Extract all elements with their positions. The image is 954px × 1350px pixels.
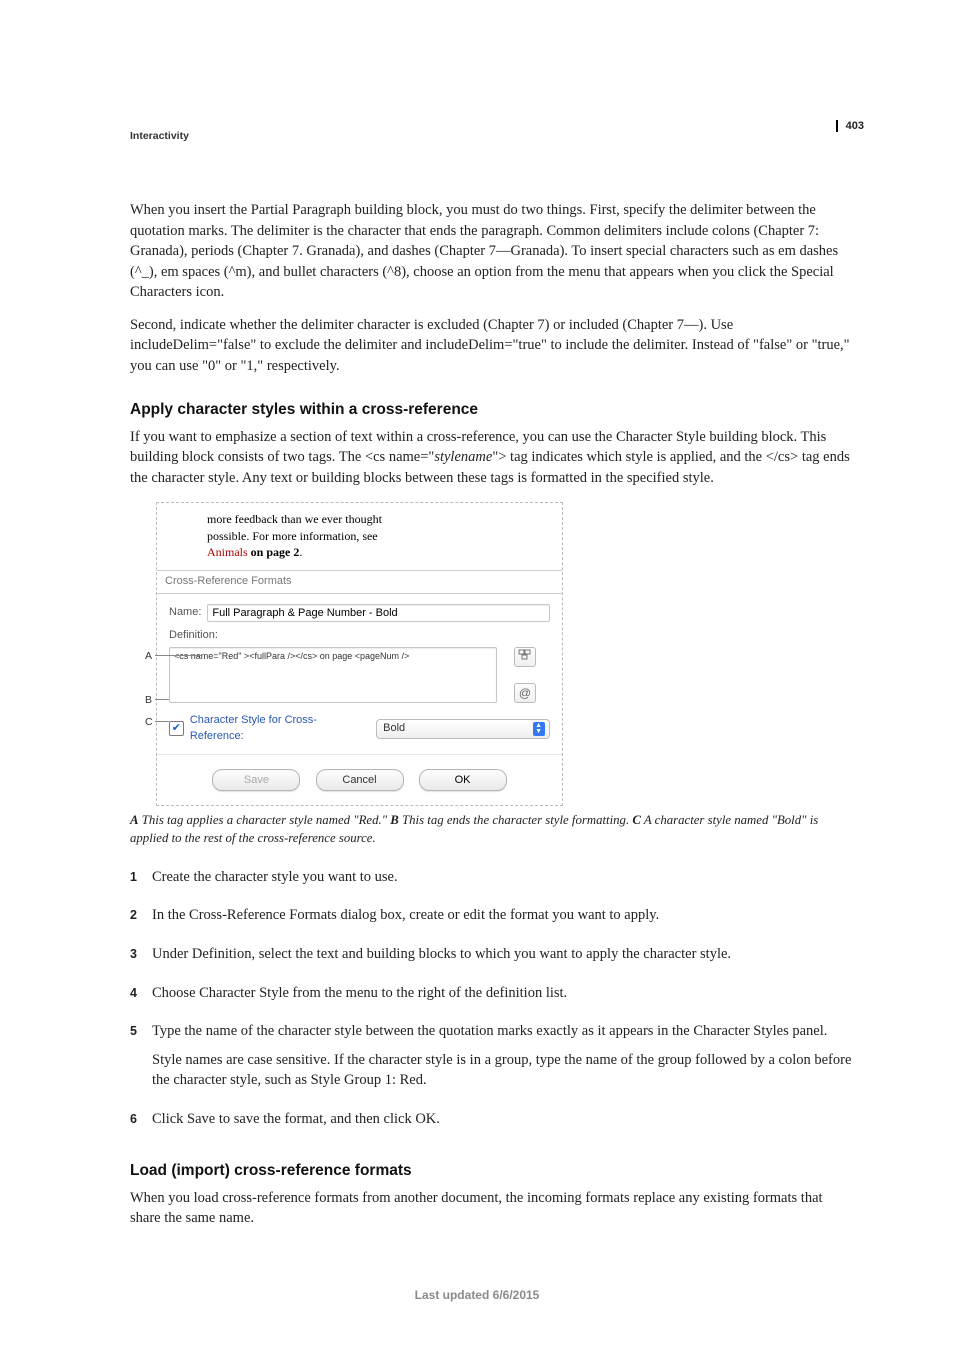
figure-caption: A This tag applies a character style nam… — [130, 812, 854, 847]
preview-text: . — [299, 545, 302, 559]
step-text: Under Definition, select the text and bu… — [152, 944, 854, 965]
figure: more feedback than we ever thought possi… — [130, 502, 854, 847]
step-item: 1 Create the character style you want to… — [130, 867, 854, 896]
code-segment-a: <cs name="Red" > — [174, 651, 249, 661]
definition-label: Definition: — [169, 628, 550, 644]
callout-label-c: C — [145, 715, 153, 730]
step-number: 2 — [130, 905, 152, 934]
step-item: 5 Type the name of the character style b… — [130, 1021, 854, 1099]
building-blocks-icon — [518, 649, 532, 661]
step-text: Click Save to save the format, and then … — [152, 1109, 854, 1130]
callout-label-b: B — [145, 693, 152, 708]
character-style-label: Character Style for Cross-Reference: — [190, 713, 368, 744]
save-button[interactable]: Save — [212, 769, 300, 791]
character-style-select[interactable]: Bold ▲▼ — [376, 719, 550, 739]
step-item: 6 Click Save to save the format, and the… — [130, 1109, 854, 1138]
chevron-up-down-icon: ▲▼ — [535, 723, 542, 735]
dialog-section-title: Cross-Reference Formats — [157, 570, 562, 594]
format-name-input[interactable] — [207, 604, 550, 622]
step-number: 6 — [130, 1109, 152, 1138]
dialog-body: Name: Definition: <cs name="Red" ><fullP… — [157, 594, 562, 755]
step-text: Create the character style you want to u… — [152, 867, 854, 888]
paragraph: Second, indicate whether the delimiter c… — [130, 315, 854, 377]
section-heading: Load (import) cross-reference formats — [130, 1160, 854, 1182]
step-text: Type the name of the character style bet… — [152, 1021, 854, 1042]
section-heading: Apply character styles within a cross-re… — [130, 399, 854, 421]
caption-text: This tag ends the character style format… — [399, 813, 633, 827]
dialog-preview: more feedback than we ever thought possi… — [157, 503, 562, 570]
paragraph: When you insert the Partial Paragraph bu… — [130, 200, 854, 303]
ok-button[interactable]: OK — [419, 769, 507, 791]
page-footer: Last updated 6/6/2015 — [0, 1288, 954, 1302]
code-segment-b: <fullPara /></cs> — [249, 651, 317, 661]
paragraph: When you load cross-reference formats fr… — [130, 1188, 854, 1229]
preview-bold-text: on page 2 — [248, 545, 300, 559]
special-characters-menu-button[interactable]: @ — [514, 683, 536, 703]
character-style-checkbox[interactable]: ✔ — [169, 721, 184, 736]
caption-text: This tag applies a character style named… — [139, 813, 391, 827]
name-label: Name: — [169, 605, 201, 621]
body-text: When you insert the Partial Paragraph bu… — [130, 200, 854, 1229]
step-number: 4 — [130, 983, 152, 1012]
step-text: Choose Character Style from the menu to … — [152, 983, 854, 1004]
italic-text: stylename — [434, 449, 492, 465]
step-text: Style names are case sensitive. If the c… — [152, 1050, 854, 1091]
callout-label-a: A — [145, 649, 152, 664]
document-page: 403 Interactivity When you insert the Pa… — [0, 0, 954, 1350]
step-item: 3 Under Definition, select the text and … — [130, 944, 854, 973]
cancel-button[interactable]: Cancel — [316, 769, 404, 791]
caption-lead: C — [632, 813, 641, 827]
step-number: 3 — [130, 944, 152, 973]
code-segment-c: on page <pageNum /> — [317, 651, 409, 661]
breadcrumb: Interactivity — [130, 130, 854, 142]
page-number: 403 — [836, 120, 864, 132]
callout-line — [155, 655, 201, 656]
cross-reference-formats-dialog: more feedback than we ever thought possi… — [156, 502, 563, 806]
preview-text: possible. For more information, see — [207, 529, 378, 543]
paragraph: If you want to emphasize a section of te… — [130, 427, 854, 489]
step-item: 4 Choose Character Style from the menu t… — [130, 983, 854, 1012]
callout-line — [155, 699, 169, 700]
definition-textarea[interactable]: <cs name="Red" ><fullPara /></cs> on pag… — [169, 647, 497, 703]
step-number: 5 — [130, 1021, 152, 1099]
preview-text: more feedback than we ever thought — [207, 512, 382, 526]
step-item: 2 In the Cross-Reference Formats dialog … — [130, 905, 854, 934]
step-number: 1 — [130, 867, 152, 896]
caption-lead: A — [130, 813, 139, 827]
building-blocks-menu-button[interactable] — [514, 647, 536, 667]
preview-red-text: Animals — [207, 545, 248, 559]
callout-line — [155, 721, 169, 722]
dialog-button-row: Save Cancel OK — [157, 754, 562, 805]
numbered-steps: 1 Create the character style you want to… — [130, 867, 854, 1138]
step-text: In the Cross-Reference Formats dialog bo… — [152, 905, 854, 926]
caption-lead: B — [390, 813, 399, 827]
special-characters-icon: @ — [519, 686, 531, 700]
select-value: Bold — [383, 721, 405, 737]
